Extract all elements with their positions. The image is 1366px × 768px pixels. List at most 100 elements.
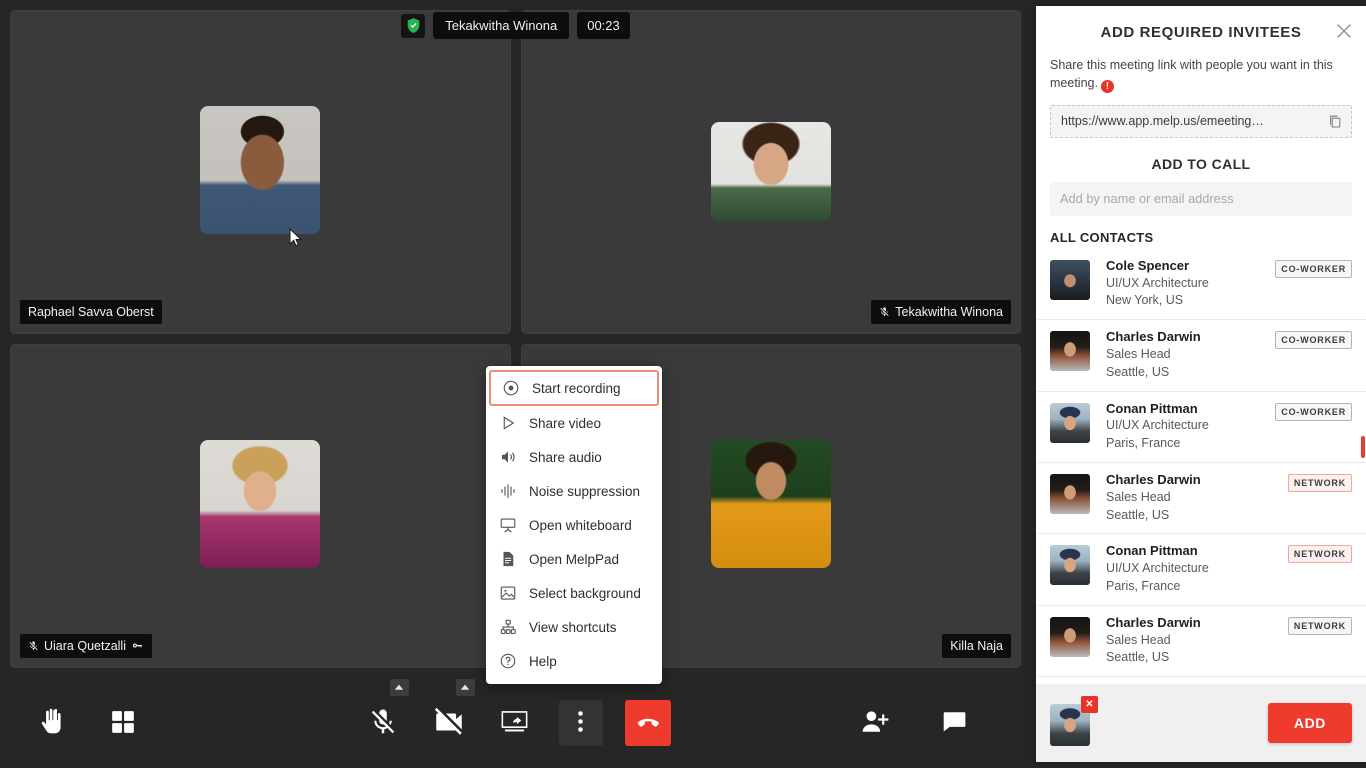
- contact-details: Charles Darwin Sales Head Seattle, US: [1106, 615, 1288, 667]
- contact-list-item[interactable]: Conan Pittman UI/UX Architecture Paris, …: [1036, 392, 1366, 463]
- participant-avatar: [200, 440, 320, 568]
- camera-options-caret[interactable]: [456, 679, 475, 696]
- end-call-icon: [634, 708, 662, 739]
- contact-role: Sales Head: [1106, 346, 1275, 364]
- menu-item-label: Share audio: [529, 450, 602, 465]
- meeting-app: Raphael Savva Oberst Tekakwitha Winona U…: [0, 0, 1366, 768]
- contact-role: UI/UX Architecture: [1106, 560, 1288, 578]
- add-people-button[interactable]: [854, 701, 898, 745]
- status-badge: NETWORK: [1288, 474, 1352, 492]
- menu-item-start-recording[interactable]: Start recording: [489, 370, 659, 406]
- microphone-options-caret[interactable]: [390, 679, 409, 696]
- participant-name: Raphael Savva Oberst: [28, 306, 154, 319]
- panel-title: ADD REQUIRED INVITEES: [1050, 24, 1352, 41]
- menu-item-label: Noise suppression: [529, 484, 640, 499]
- play-icon: [498, 414, 517, 433]
- info-badge-icon[interactable]: !: [1101, 80, 1114, 93]
- menu-item-open-melppad[interactable]: Open MelpPad: [486, 542, 662, 576]
- help-circle-icon: [498, 652, 517, 671]
- contact-name: Charles Darwin: [1106, 615, 1288, 632]
- contact-role: Sales Head: [1106, 632, 1288, 650]
- record-icon: [501, 379, 520, 398]
- contact-details: Charles Darwin Sales Head Seattle, US: [1106, 472, 1288, 524]
- status-badge: CO-WORKER: [1275, 403, 1352, 421]
- avatar: [1050, 403, 1090, 443]
- close-icon[interactable]: [1334, 21, 1354, 41]
- participant-avatar: [200, 106, 320, 234]
- avatar: [1050, 617, 1090, 657]
- contact-search-input[interactable]: [1050, 182, 1352, 216]
- chat-bubble-icon: [941, 709, 967, 738]
- meeting-timer: 00:23: [577, 12, 630, 39]
- selected-invitee-chip[interactable]: ✕: [1050, 702, 1090, 744]
- avatar: [1050, 260, 1090, 300]
- contact-details: Charles Darwin Sales Head Seattle, US: [1106, 329, 1275, 381]
- meeting-controls-toolbar: [0, 678, 1031, 768]
- contact-location: Seattle, US: [1106, 364, 1275, 382]
- video-tile-participant-1[interactable]: Raphael Savva Oberst: [10, 10, 511, 334]
- contact-list-item[interactable]: Charles Darwin Sales Head Seattle, US NE…: [1036, 463, 1366, 534]
- status-badge: NETWORK: [1288, 617, 1352, 635]
- participant-name: Killa Naja: [950, 640, 1003, 653]
- contact-list[interactable]: Cole Spencer UI/UX Architecture New York…: [1036, 249, 1366, 684]
- participant-name: Tekakwitha Winona: [895, 306, 1003, 319]
- panel-subtitle-text: Share this meeting link with people you …: [1050, 58, 1333, 90]
- contact-name: Conan Pittman: [1106, 401, 1275, 418]
- meeting-title: Tekakwitha Winona: [433, 12, 569, 39]
- status-badge: NETWORK: [1288, 545, 1352, 563]
- camera-toggle-button[interactable]: [427, 701, 471, 745]
- participant-name-tag: Uiara Quetzalli: [20, 634, 152, 659]
- add-invitees-panel: ADD REQUIRED INVITEES Share this meeting…: [1036, 6, 1366, 762]
- contact-location: Seattle, US: [1106, 507, 1288, 525]
- menu-item-label: Open MelpPad: [529, 552, 619, 567]
- video-tile-participant-3[interactable]: Uiara Quetzalli: [10, 344, 511, 668]
- contact-list-item[interactable]: Conan Pittman UI/UX Architecture Paris, …: [1036, 534, 1366, 605]
- end-call-button[interactable]: [625, 700, 671, 746]
- contact-list-item[interactable]: Charles Darwin Sales Head Seattle, US CO…: [1036, 320, 1366, 391]
- more-options-context-menu: Start recording Share video Share audio …: [486, 366, 662, 684]
- contact-list-item[interactable]: Cole Spencer UI/UX Architecture New York…: [1036, 249, 1366, 320]
- microphone-off-icon: [368, 707, 398, 740]
- host-key-icon: [131, 640, 144, 652]
- microphone-toggle-button[interactable]: [361, 701, 405, 745]
- contact-list-item[interactable]: Charles Darwin Sales Head Seattle, US NE…: [1036, 606, 1366, 677]
- menu-item-noise-suppression[interactable]: Noise suppression: [486, 474, 662, 508]
- menu-item-help[interactable]: Help: [486, 644, 662, 678]
- menu-item-label: View shortcuts: [529, 620, 617, 635]
- screen-share-button[interactable]: [493, 701, 537, 745]
- meeting-link-text: https://www.app.melp.us/emeeting…: [1061, 114, 1327, 128]
- video-tile-participant-2[interactable]: Tekakwitha Winona: [521, 10, 1022, 334]
- menu-item-view-shortcuts[interactable]: View shortcuts: [486, 610, 662, 644]
- meeting-link-box[interactable]: https://www.app.melp.us/emeeting…: [1050, 105, 1352, 138]
- avatar: [1050, 331, 1090, 371]
- contact-location: Paris, France: [1106, 578, 1288, 596]
- contact-details: Conan Pittman UI/UX Architecture Paris, …: [1106, 401, 1275, 453]
- camera-off-icon: [432, 705, 466, 742]
- copy-icon[interactable]: [1327, 113, 1343, 129]
- status-badge: CO-WORKER: [1275, 260, 1352, 278]
- contact-list-scrollbar[interactable]: [1361, 436, 1365, 458]
- whiteboard-icon: [498, 516, 517, 535]
- speaker-icon: [498, 448, 517, 467]
- menu-item-select-background[interactable]: Select background: [486, 576, 662, 610]
- contact-location: New York, US: [1106, 292, 1275, 310]
- more-vertical-icon: [578, 711, 583, 735]
- mic-off-icon: [879, 306, 890, 318]
- chat-button[interactable]: [932, 701, 976, 745]
- all-contacts-title: ALL CONTACTS: [1050, 230, 1366, 245]
- document-icon: [498, 550, 517, 569]
- contact-location: Paris, France: [1106, 435, 1275, 453]
- participant-avatar: [711, 122, 831, 222]
- menu-item-label: Share video: [529, 416, 601, 431]
- menu-item-open-whiteboard[interactable]: Open whiteboard: [486, 508, 662, 542]
- shield-check-icon[interactable]: [401, 14, 425, 38]
- contact-name: Charles Darwin: [1106, 472, 1288, 489]
- add-button[interactable]: ADD: [1268, 703, 1352, 743]
- menu-item-share-audio[interactable]: Share audio: [486, 440, 662, 474]
- participant-name-tag: Raphael Savva Oberst: [20, 300, 162, 325]
- more-options-button[interactable]: [559, 700, 603, 746]
- menu-item-share-video[interactable]: Share video: [486, 406, 662, 440]
- remove-invitee-icon[interactable]: ✕: [1081, 696, 1098, 713]
- waveform-icon: [498, 482, 517, 501]
- contact-details: Conan Pittman UI/UX Architecture Paris, …: [1106, 543, 1288, 595]
